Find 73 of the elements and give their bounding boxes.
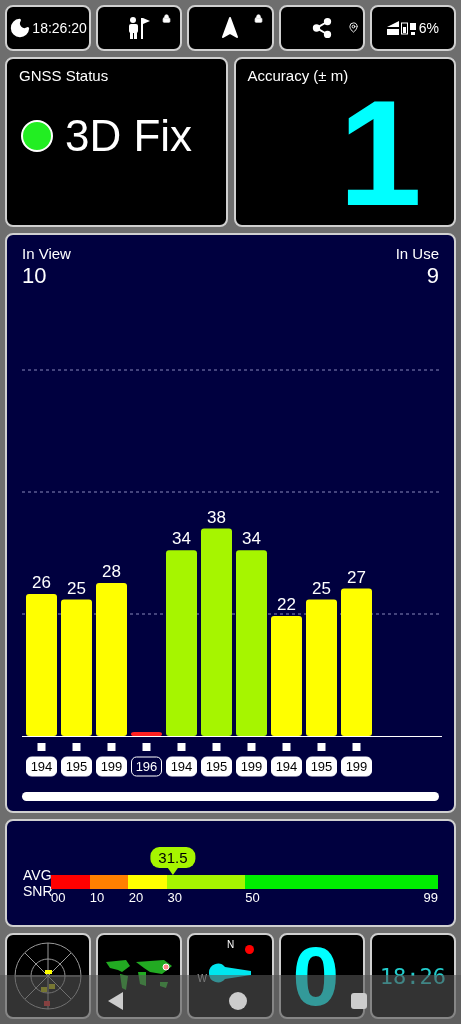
lock-icon [253, 14, 263, 23]
satellite-marker-icon [282, 743, 291, 751]
satellite-id: 194 [275, 759, 298, 774]
card-title: Accuracy (± m) [247, 66, 350, 86]
navigation-tile[interactable] [187, 5, 274, 51]
speed-value: 0 [292, 938, 340, 1014]
speed-tile[interactable]: 0 [278, 933, 365, 1019]
satellite-id: 194 [30, 759, 53, 774]
satellite-id: 195 [65, 759, 88, 774]
scale-tick-label: 20 [128, 890, 144, 905]
compass-tile[interactable]: N W [187, 933, 274, 1019]
satellite-marker-icon [142, 743, 151, 751]
satellite-id: 195 [310, 759, 333, 774]
snr-value-bubble: 31.5 [150, 847, 196, 868]
in-use-count: 9 [426, 263, 439, 289]
compass-north: N [226, 939, 235, 951]
clock-time: 18:26:20 [32, 18, 87, 38]
battery-tile[interactable]: 6% [369, 5, 456, 51]
lock-icon [162, 14, 172, 23]
accuracy-value: 1 [338, 87, 423, 218]
satellite-marker-icon [177, 743, 186, 751]
battery-icon [400, 21, 417, 35]
satellite-id: 194 [170, 759, 193, 774]
share-icon [310, 17, 333, 39]
scale-tick-label: 99 [423, 889, 438, 907]
satellite-marker-icon [352, 743, 361, 751]
bar-value: 27 [347, 567, 366, 587]
snr-pointer [167, 868, 178, 875]
in-use-label: In Use [395, 245, 439, 263]
satellite-id: 196 [135, 759, 158, 774]
satellite-marker-icon [37, 743, 46, 751]
scale-tick-label: 00 [51, 890, 66, 905]
avg-label: AVG [23, 867, 51, 883]
in-view-count: 10 [22, 263, 48, 289]
bar-value: 38 [207, 507, 226, 527]
bar-value: 34 [242, 529, 261, 549]
bar-value: 22 [277, 594, 296, 614]
compass-west: W [197, 973, 207, 985]
scale-tick-label: 30 [167, 890, 183, 905]
in-view-label: In View [22, 245, 71, 263]
hiker-tile[interactable] [96, 5, 183, 51]
share-tile[interactable] [278, 5, 365, 51]
satellite-id: 199 [345, 759, 368, 774]
scale-tick-label: 10 [89, 890, 105, 905]
location-pin-icon [347, 22, 359, 33]
radar-tile[interactable] [5, 933, 92, 1019]
snr-label: SNR [23, 883, 51, 899]
snr-bar [131, 732, 162, 736]
bar-value: 25 [67, 578, 86, 598]
signal-icon [386, 21, 399, 35]
bar-value: 25 [312, 578, 331, 598]
moon-icon [9, 17, 32, 39]
fix-status-text: 3D Fix [65, 113, 193, 158]
satellite-marker-icon [107, 743, 116, 751]
satellite-id: 195 [205, 759, 228, 774]
clock-tile[interactable]: 18:26:20 [5, 5, 92, 51]
bar-value: 34 [172, 529, 191, 549]
compass-needle-icon [207, 963, 254, 983]
clock-time: 18:26 [379, 962, 446, 991]
back-icon[interactable] [106, 991, 125, 1011]
sky-plot-drawing [13, 941, 84, 1011]
bar-value: 26 [32, 573, 51, 593]
battery-percentage: 6% [418, 18, 439, 38]
satellite-marker-icon [247, 743, 256, 751]
bar-value: 28 [102, 562, 121, 582]
world-map-tile[interactable] [96, 933, 183, 1019]
scale-tick-label: 50 [245, 890, 260, 905]
card-title: GNSS Status [19, 66, 110, 86]
satellite-id: 199 [240, 759, 263, 774]
satellite-marker-icon [72, 743, 81, 751]
satellite-id: 199 [100, 759, 123, 774]
satellite-marker-icon [317, 743, 326, 751]
satellite-marker-icon [212, 743, 221, 751]
